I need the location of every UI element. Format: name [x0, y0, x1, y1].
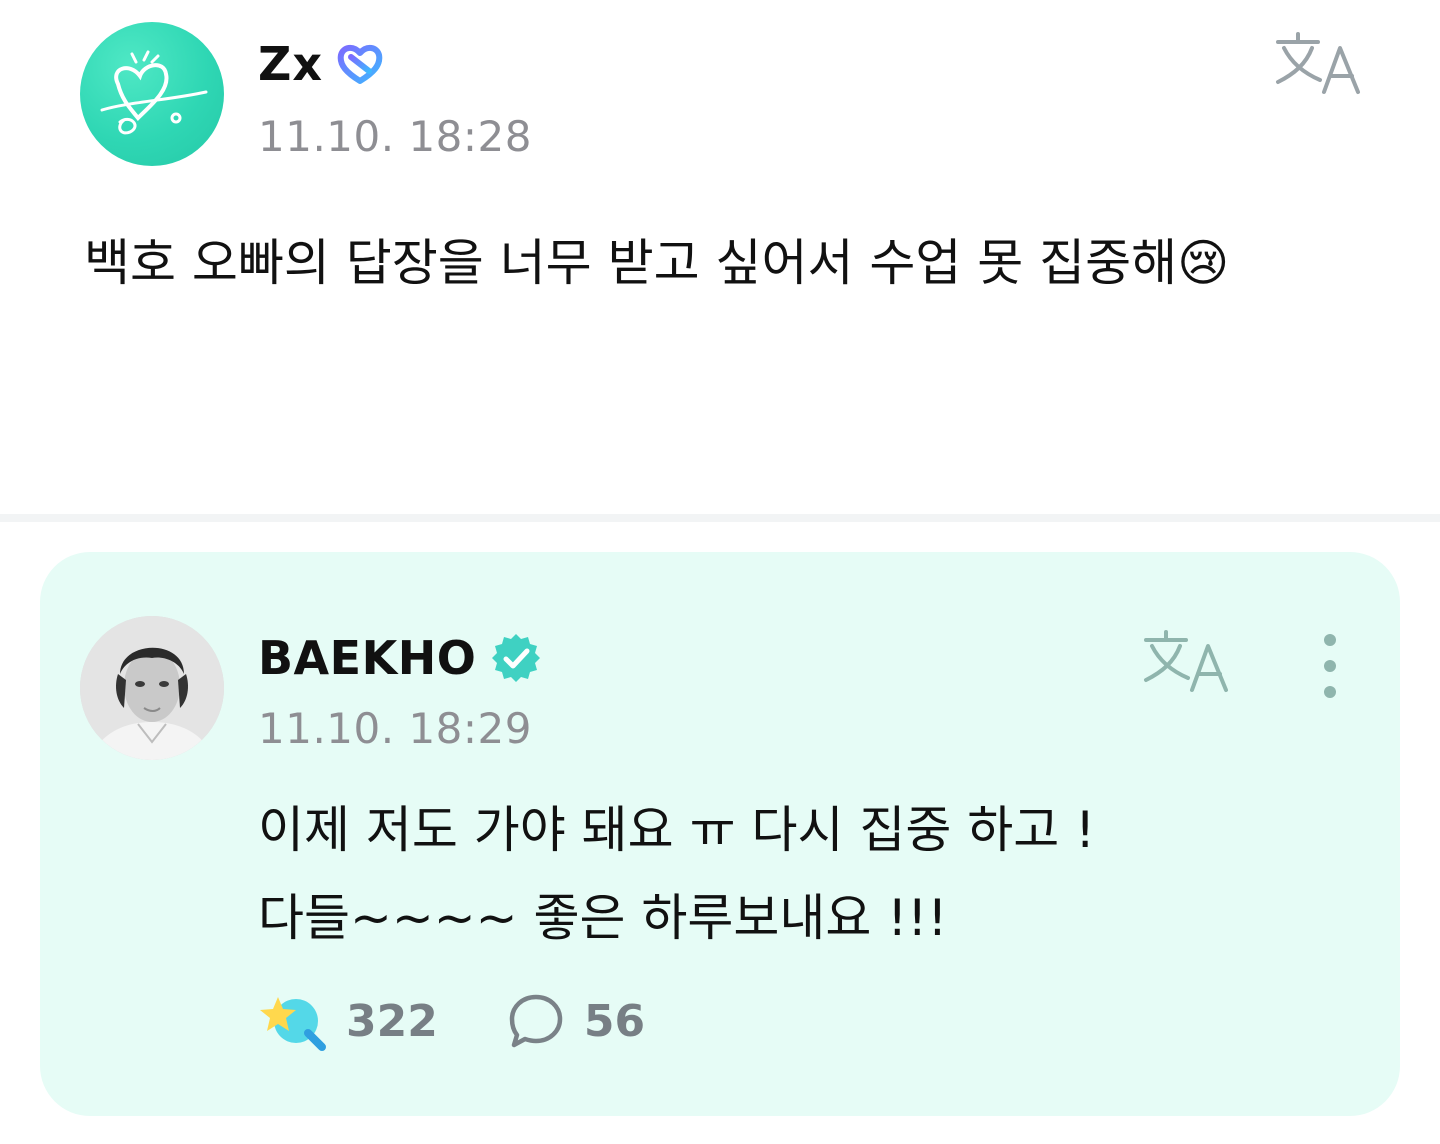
comment-count: 56 [583, 995, 646, 1047]
fan-post-body: 백호 오빠의 답장을 너무 받고 싶어서 수업 못 집중해😢 [84, 234, 1230, 292]
more-vertical-icon[interactable] [1306, 628, 1354, 704]
artist-reply-timestamp: 11.10. 18:29 [258, 704, 532, 753]
fan-post: Zx 11.10. 18:28 백호 오빠의 답장을 너무 받고 싶어서 수업 … [0, 0, 1440, 516]
like-star-icon [260, 997, 326, 1051]
fan-avatar[interactable] [80, 22, 224, 166]
fan-post-timestamp: 11.10. 18:28 [258, 112, 532, 161]
comment-bubble-icon [509, 994, 563, 1048]
reply-line-2: 다들~~~~ 좋은 하루보내요 !!! [258, 889, 948, 947]
artist-avatar[interactable] [80, 616, 224, 760]
verified-badge-icon [492, 634, 541, 682]
like-button[interactable]: 322 [258, 989, 438, 1053]
fan-name-row: Zx [258, 34, 387, 94]
reply-stats: 322 56 [258, 986, 645, 1056]
heart-signature-icon [100, 50, 208, 135]
comment-button[interactable]: 56 [438, 991, 645, 1051]
fan-membership-badge-icon [337, 45, 383, 84]
artist-username[interactable]: BAEKHO [258, 631, 476, 685]
translate-icon[interactable] [1272, 28, 1364, 98]
reply-line-1: 이제 저도 가야 돼요 ㅠ 다시 집중 하고 ! [258, 801, 1096, 859]
translate-icon[interactable] [1140, 626, 1232, 696]
artist-photo-avatar-icon [80, 616, 224, 760]
fan-username[interactable]: Zx [258, 37, 323, 91]
artist-name-row: BAEKHO [258, 628, 542, 688]
section-divider [0, 514, 1440, 522]
like-count: 322 [346, 995, 438, 1047]
artist-reply-body: 이제 저도 가야 돼요 ㅠ 다시 집중 하고 ! 다들~~~~ 좋은 하루보내요… [258, 786, 1338, 962]
